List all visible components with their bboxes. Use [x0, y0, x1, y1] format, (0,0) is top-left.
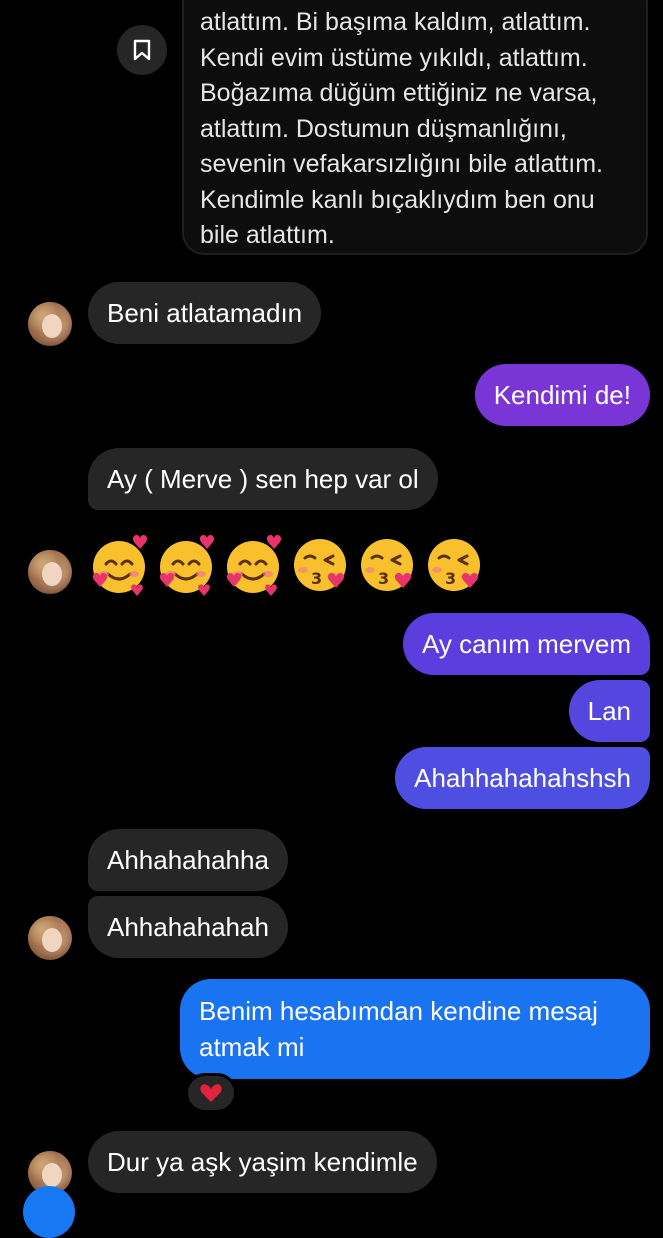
reaction-badge[interactable] — [185, 1073, 237, 1113]
message-incoming[interactable]: Dur ya aşk yaşim kendimle — [88, 1131, 437, 1193]
message-incoming[interactable]: Beni atlatamadın — [88, 282, 322, 344]
message-outgoing[interactable]: Ay canım mervem — [402, 613, 650, 675]
svg-text:3: 3 — [445, 569, 456, 588]
avatar[interactable] — [28, 550, 72, 594]
face-blowing-kiss-icon: 3 — [423, 534, 485, 596]
message-incoming[interactable]: Ay ( Merve ) sen hep var ol — [88, 448, 438, 510]
heart-icon — [200, 1084, 222, 1102]
message-outgoing[interactable]: Ahahhahahahshsh — [395, 747, 650, 809]
message-outgoing[interactable]: Lan — [568, 680, 650, 742]
smiling-face-with-hearts-icon — [88, 534, 150, 596]
save-button[interactable] — [117, 25, 167, 75]
message-incoming[interactable]: Ahhahahahha — [88, 829, 288, 891]
smiling-face-with-hearts-icon — [155, 534, 217, 596]
shared-post-text: atlattım. Bi başıma kaldım, atlattım. Ke… — [200, 8, 603, 249]
smiling-face-with-hearts-icon — [222, 534, 284, 596]
emoji-message[interactable]: 3 3 3 — [88, 534, 485, 596]
message-outgoing[interactable]: Benim hesabımdan kendine mesaj atmak mi — [180, 979, 650, 1079]
message-incoming[interactable]: Ahhahahahah — [88, 896, 288, 958]
bookmark-icon — [133, 39, 151, 61]
message-outgoing[interactable]: Kendimi de! — [474, 364, 650, 426]
svg-text:3: 3 — [378, 569, 389, 588]
svg-text:3: 3 — [311, 569, 322, 588]
face-blowing-kiss-icon: 3 — [289, 534, 351, 596]
avatar[interactable] — [28, 916, 72, 960]
avatar[interactable] — [28, 302, 72, 346]
face-blowing-kiss-icon: 3 — [356, 534, 418, 596]
camera-button[interactable] — [23, 1186, 75, 1238]
